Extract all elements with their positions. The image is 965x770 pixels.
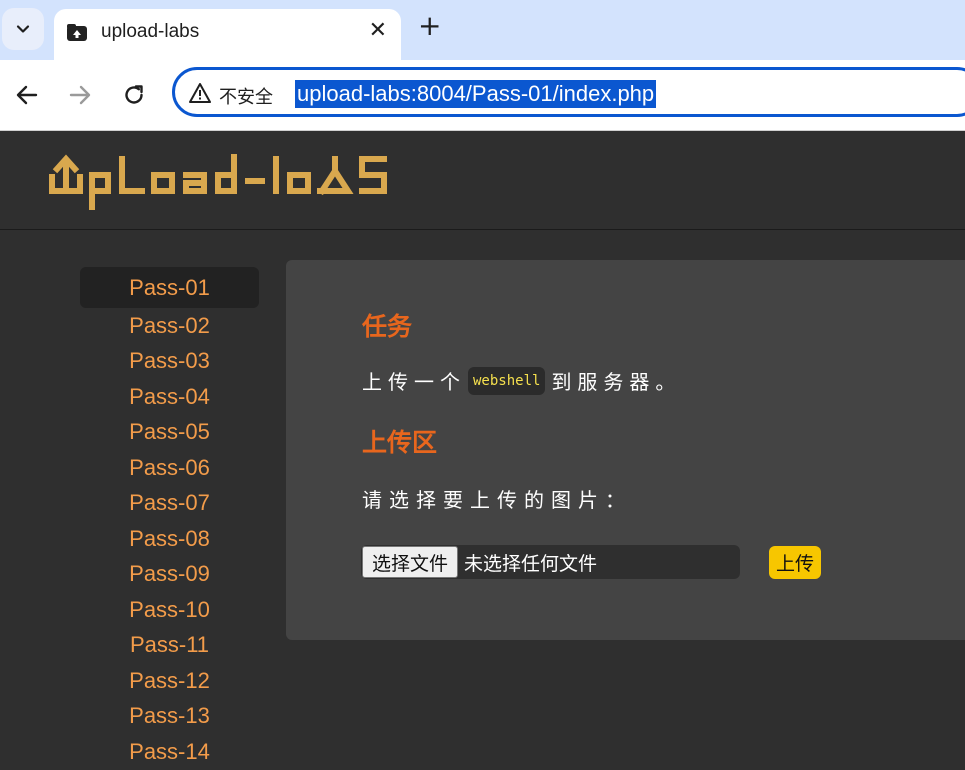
webshell-code: webshell <box>468 366 546 395</box>
back-arrow-icon[interactable] <box>14 82 40 108</box>
new-tab-icon[interactable]: + <box>418 12 441 40</box>
browser-tab[interactable]: upload-labs ✕ <box>54 9 401 60</box>
upload-prompt: 请选择要上传的图片： <box>362 490 632 512</box>
sidebar-item-pass-07[interactable]: Pass-07 <box>80 486 259 522</box>
sidebar-item-label: Pass-08 <box>129 525 210 551</box>
sidebar-item-pass-10[interactable]: Pass-10 <box>80 592 259 628</box>
tab-search-button[interactable] <box>2 8 44 50</box>
pass-navigation: Pass-01 Pass-02 Pass-03 Pass-04 Pass-05 … <box>80 267 259 770</box>
sidebar-item-pass-06[interactable]: Pass-06 <box>80 450 259 486</box>
tab-title: upload-labs <box>101 21 200 42</box>
upload-submit-button[interactable]: 上传 <box>769 546 822 579</box>
task-heading: 任务 <box>362 313 413 341</box>
close-tab-icon[interactable]: ✕ <box>369 19 387 41</box>
file-status: 未选择任何文件 <box>464 553 598 575</box>
upload-labs-icon <box>67 24 87 41</box>
browser-toolbar: 不安全 upload-labs:8004/Pass-01/index.php <box>0 60 965 131</box>
sidebar-item-label: Pass-09 <box>129 561 210 587</box>
forward-arrow-icon[interactable] <box>67 82 93 108</box>
task-suffix: 到服务器。 <box>551 372 682 394</box>
upload-labs-logo[interactable] <box>48 149 390 211</box>
sidebar-item-label: Pass-14 <box>129 738 210 764</box>
main-panel: 任务 上传一个 webshell 到服务器。 上传区 请选择要上传的图片： 选择… <box>286 260 965 640</box>
site-header <box>0 131 965 230</box>
sidebar-item-pass-14[interactable]: Pass-14 <box>80 734 259 770</box>
chevron-down-icon <box>16 25 30 33</box>
sidebar-item-label: Pass-03 <box>129 348 210 374</box>
sidebar-item-label: Pass-11 <box>129 632 210 658</box>
warning-icon[interactable] <box>189 82 211 104</box>
security-label[interactable]: 不安全 <box>219 83 273 109</box>
sidebar-item-pass-04[interactable]: Pass-04 <box>80 379 259 415</box>
sidebar-item-pass-09[interactable]: Pass-09 <box>80 557 259 593</box>
sidebar-item-label: Pass-01 <box>129 274 210 300</box>
sidebar-item-label: Pass-02 <box>129 312 210 338</box>
url-text[interactable]: upload-labs:8004/Pass-01/index.php <box>295 80 657 108</box>
sidebar-item-label: Pass-04 <box>129 383 210 409</box>
sidebar-item-label: Pass-05 <box>129 419 210 445</box>
sidebar-item-pass-11[interactable]: Pass-11 <box>80 628 259 664</box>
sidebar-item-label: Pass-10 <box>129 596 210 622</box>
sidebar-item-pass-12[interactable]: Pass-12 <box>80 663 259 699</box>
sidebar-item-pass-02[interactable]: Pass-02 <box>80 308 259 344</box>
reload-icon[interactable] <box>121 82 147 108</box>
sidebar-item-pass-05[interactable]: Pass-05 <box>80 415 259 451</box>
upload-heading: 上传区 <box>362 429 438 457</box>
file-input[interactable]: 选择文件 未选择任何文件 <box>361 545 740 579</box>
sidebar-item-pass-03[interactable]: Pass-03 <box>80 344 259 380</box>
sidebar-item-pass-08[interactable]: Pass-08 <box>80 521 259 557</box>
task-description: 上传一个 webshell 到服务器。 <box>362 366 681 395</box>
sidebar-item-label: Pass-13 <box>129 703 210 729</box>
sidebar-item-label: Pass-12 <box>129 667 210 693</box>
task-prefix: 上传一个 <box>362 372 466 394</box>
choose-file-button[interactable]: 选择文件 <box>362 546 459 578</box>
sidebar-item-pass-13[interactable]: Pass-13 <box>80 699 259 735</box>
browser-tab-strip: upload-labs ✕ + <box>0 0 965 60</box>
sidebar-item-label: Pass-06 <box>129 454 210 480</box>
address-bar[interactable]: 不安全 upload-labs:8004/Pass-01/index.php <box>172 67 965 117</box>
sidebar-item-label: Pass-07 <box>129 490 210 516</box>
sidebar-item-pass-01[interactable]: Pass-01 <box>80 267 259 308</box>
